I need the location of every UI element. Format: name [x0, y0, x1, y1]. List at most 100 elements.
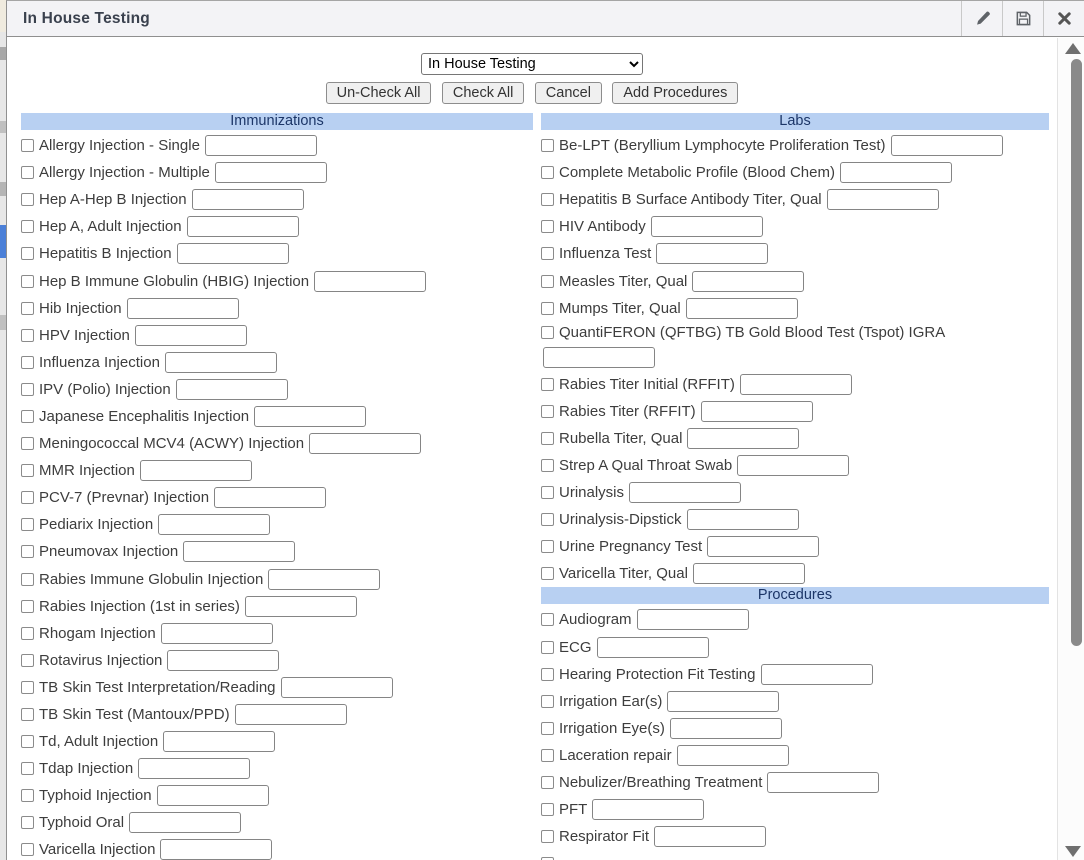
item-checkbox[interactable]: [21, 789, 34, 802]
item-value-input[interactable]: [761, 664, 873, 685]
edit-button[interactable]: [961, 1, 1002, 36]
item-value-input[interactable]: [192, 189, 304, 210]
item-value-input[interactable]: [687, 428, 799, 449]
item-value-input[interactable]: [167, 650, 279, 671]
item-value-input[interactable]: [140, 460, 252, 481]
item-value-input[interactable]: [827, 189, 939, 210]
item-checkbox[interactable]: [21, 627, 34, 640]
item-value-input[interactable]: [160, 839, 272, 860]
item-checkbox[interactable]: [541, 166, 554, 179]
item-value-input[interactable]: [677, 745, 789, 766]
item-checkbox[interactable]: [21, 410, 34, 423]
item-checkbox[interactable]: [21, 275, 34, 288]
item-value-input[interactable]: [183, 541, 295, 562]
scroll-down-arrow[interactable]: [1065, 846, 1081, 857]
item-checkbox[interactable]: [541, 405, 554, 418]
item-checkbox[interactable]: [21, 302, 34, 315]
item-value-input[interactable]: [707, 536, 819, 557]
item-value-input[interactable]: [543, 347, 655, 368]
item-checkbox[interactable]: [21, 816, 34, 829]
item-value-input[interactable]: [654, 826, 766, 847]
item-value-input[interactable]: [693, 563, 805, 584]
item-checkbox[interactable]: [21, 383, 34, 396]
item-checkbox[interactable]: [541, 567, 554, 580]
item-value-input[interactable]: [656, 243, 768, 264]
item-value-input[interactable]: [701, 401, 813, 422]
item-checkbox[interactable]: [541, 459, 554, 472]
item-checkbox[interactable]: [541, 326, 554, 339]
item-checkbox[interactable]: [541, 513, 554, 526]
item-checkbox[interactable]: [541, 193, 554, 206]
item-value-input[interactable]: [670, 718, 782, 739]
item-value-input[interactable]: [205, 135, 317, 156]
item-value-input[interactable]: [177, 243, 289, 264]
item-value-input[interactable]: [891, 135, 1003, 156]
item-value-input[interactable]: [254, 406, 366, 427]
item-checkbox[interactable]: [21, 518, 34, 531]
item-value-input[interactable]: [840, 162, 952, 183]
item-checkbox[interactable]: [541, 668, 554, 681]
item-value-input[interactable]: [165, 352, 277, 373]
item-value-input[interactable]: [187, 216, 299, 237]
item-value-input[interactable]: [176, 379, 288, 400]
cancel-button[interactable]: Cancel: [535, 82, 602, 104]
item-checkbox[interactable]: [541, 275, 554, 288]
item-value-input[interactable]: [309, 433, 421, 454]
item-checkbox[interactable]: [541, 302, 554, 315]
item-value-input[interactable]: [129, 812, 241, 833]
test-group-select[interactable]: In House Testing: [421, 53, 643, 75]
item-checkbox[interactable]: [541, 247, 554, 260]
item-value-input[interactable]: [667, 691, 779, 712]
item-value-input[interactable]: [597, 637, 709, 658]
item-value-input[interactable]: [740, 374, 852, 395]
item-value-input[interactable]: [651, 216, 763, 237]
item-value-input[interactable]: [592, 799, 704, 820]
item-checkbox[interactable]: [21, 491, 34, 504]
item-value-input[interactable]: [161, 623, 273, 644]
close-button[interactable]: [1043, 1, 1084, 36]
item-checkbox[interactable]: [21, 220, 34, 233]
item-value-input[interactable]: [268, 569, 380, 590]
item-value-input[interactable]: [127, 298, 239, 319]
item-checkbox[interactable]: [541, 378, 554, 391]
item-value-input[interactable]: [637, 609, 749, 630]
item-checkbox[interactable]: [541, 749, 554, 762]
item-checkbox[interactable]: [541, 803, 554, 816]
item-checkbox[interactable]: [21, 166, 34, 179]
item-value-input[interactable]: [138, 758, 250, 779]
item-value-input[interactable]: [687, 509, 799, 530]
item-checkbox[interactable]: [541, 613, 554, 626]
item-value-input[interactable]: [235, 704, 347, 725]
item-checkbox[interactable]: [541, 695, 554, 708]
check-all-button[interactable]: Check All: [442, 82, 524, 104]
item-value-input[interactable]: [281, 677, 393, 698]
item-checkbox[interactable]: [21, 843, 34, 856]
item-value-input[interactable]: [245, 596, 357, 617]
item-value-input[interactable]: [215, 162, 327, 183]
item-checkbox[interactable]: [21, 247, 34, 260]
item-checkbox[interactable]: [21, 139, 34, 152]
uncheck-all-button[interactable]: Un-Check All: [326, 82, 432, 104]
item-value-input[interactable]: [157, 785, 269, 806]
item-checkbox[interactable]: [21, 329, 34, 342]
item-checkbox[interactable]: [541, 540, 554, 553]
item-checkbox[interactable]: [541, 722, 554, 735]
item-value-input[interactable]: [767, 772, 879, 793]
scrollbar-thumb[interactable]: [1071, 59, 1082, 646]
item-value-input[interactable]: [158, 514, 270, 535]
item-checkbox[interactable]: [21, 654, 34, 667]
item-value-input[interactable]: [692, 271, 804, 292]
item-checkbox[interactable]: [541, 486, 554, 499]
item-checkbox[interactable]: [21, 573, 34, 586]
item-checkbox[interactable]: [21, 762, 34, 775]
item-checkbox[interactable]: [541, 139, 554, 152]
add-procedures-button[interactable]: Add Procedures: [612, 82, 738, 104]
item-checkbox[interactable]: [541, 776, 554, 789]
item-value-input[interactable]: [686, 298, 798, 319]
item-value-input[interactable]: [737, 455, 849, 476]
item-value-input[interactable]: [629, 482, 741, 503]
save-button[interactable]: [1002, 1, 1043, 36]
item-checkbox[interactable]: [541, 432, 554, 445]
item-checkbox[interactable]: [21, 437, 34, 450]
item-checkbox[interactable]: [541, 641, 554, 654]
